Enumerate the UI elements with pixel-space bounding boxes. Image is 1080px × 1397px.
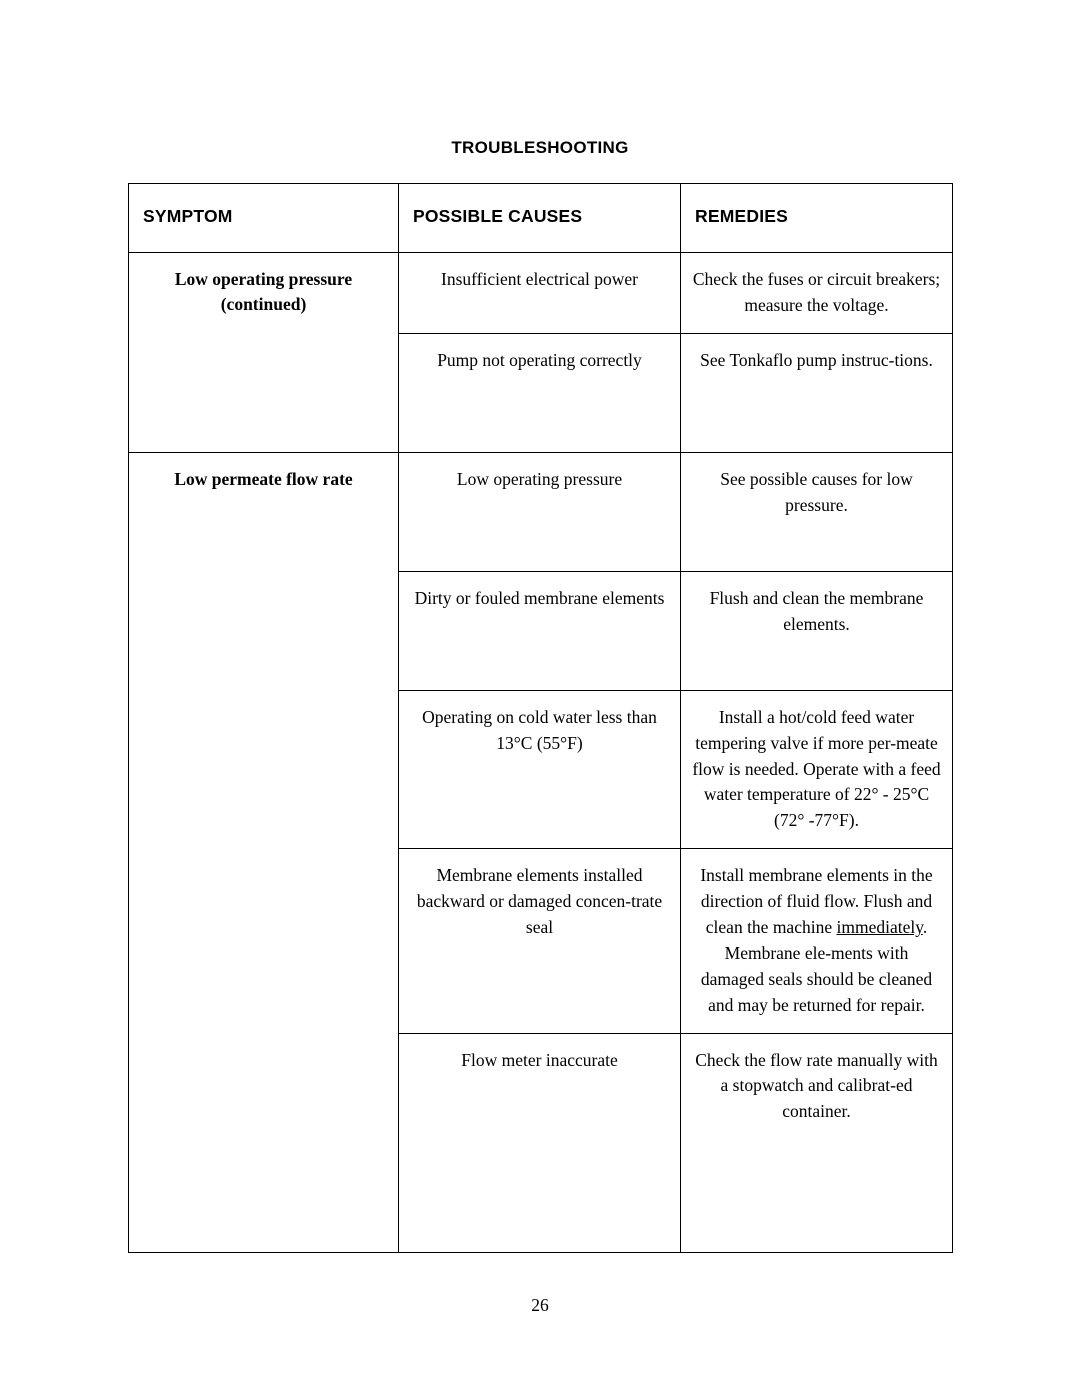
- cause-cell: Operating on cold water less than 13°C (…: [398, 689, 681, 850]
- symptom-cell: Low permeate flow rate: [128, 451, 399, 1253]
- column-header-possible-causes: POSSIBLE CAUSES: [398, 183, 681, 253]
- remedy-cell: Check the flow rate manually with a stop…: [680, 1032, 953, 1253]
- cause-cell: Low operating pressure: [398, 451, 681, 572]
- document-page: TROUBLESHOOTING SYMPTOM POSSIBLE CAUSES …: [0, 0, 1080, 1397]
- remedy-cell: Check the fuses or circuit breakers; mea…: [680, 252, 953, 334]
- cause-cell: Insufficient electrical power: [398, 252, 681, 334]
- symptom-cell: Low operating pressure (continued): [128, 252, 399, 453]
- remedy-cell: Flush and clean the membrane elements.: [680, 570, 953, 691]
- column-header-remedies: REMEDIES: [680, 183, 953, 253]
- column-header-symptom: SYMPTOM: [128, 183, 399, 253]
- table-header-row: SYMPTOM POSSIBLE CAUSES REMEDIES: [128, 183, 953, 253]
- table-row: Low operating pressure (continued) Insuf…: [128, 252, 953, 453]
- cause-cell: Membrane elements installed backward or …: [398, 848, 681, 1034]
- cause-cell: Dirty or fouled membrane elements: [398, 570, 681, 691]
- page-title: TROUBLESHOOTING: [451, 138, 629, 157]
- remedy-cell: Install a hot/cold feed water tempering …: [680, 689, 953, 850]
- remedy-cell: See possible causes for low pressure.: [680, 451, 953, 572]
- cause-cell: Flow meter inaccurate: [398, 1032, 681, 1253]
- remedy-cell: Install membrane elements in the directi…: [680, 848, 953, 1034]
- troubleshooting-table: SYMPTOM POSSIBLE CAUSES REMEDIES Low ope…: [128, 183, 953, 1253]
- table-row: Low permeate flow rate Low operating pre…: [128, 451, 953, 1253]
- remedy-text-emphasis: immediately: [836, 917, 923, 938]
- remedy-cell: See Tonkaflo pump instruc-tions.: [680, 332, 953, 453]
- page-number: 26: [531, 1295, 549, 1315]
- cause-cell: Pump not operating correctly: [398, 332, 681, 453]
